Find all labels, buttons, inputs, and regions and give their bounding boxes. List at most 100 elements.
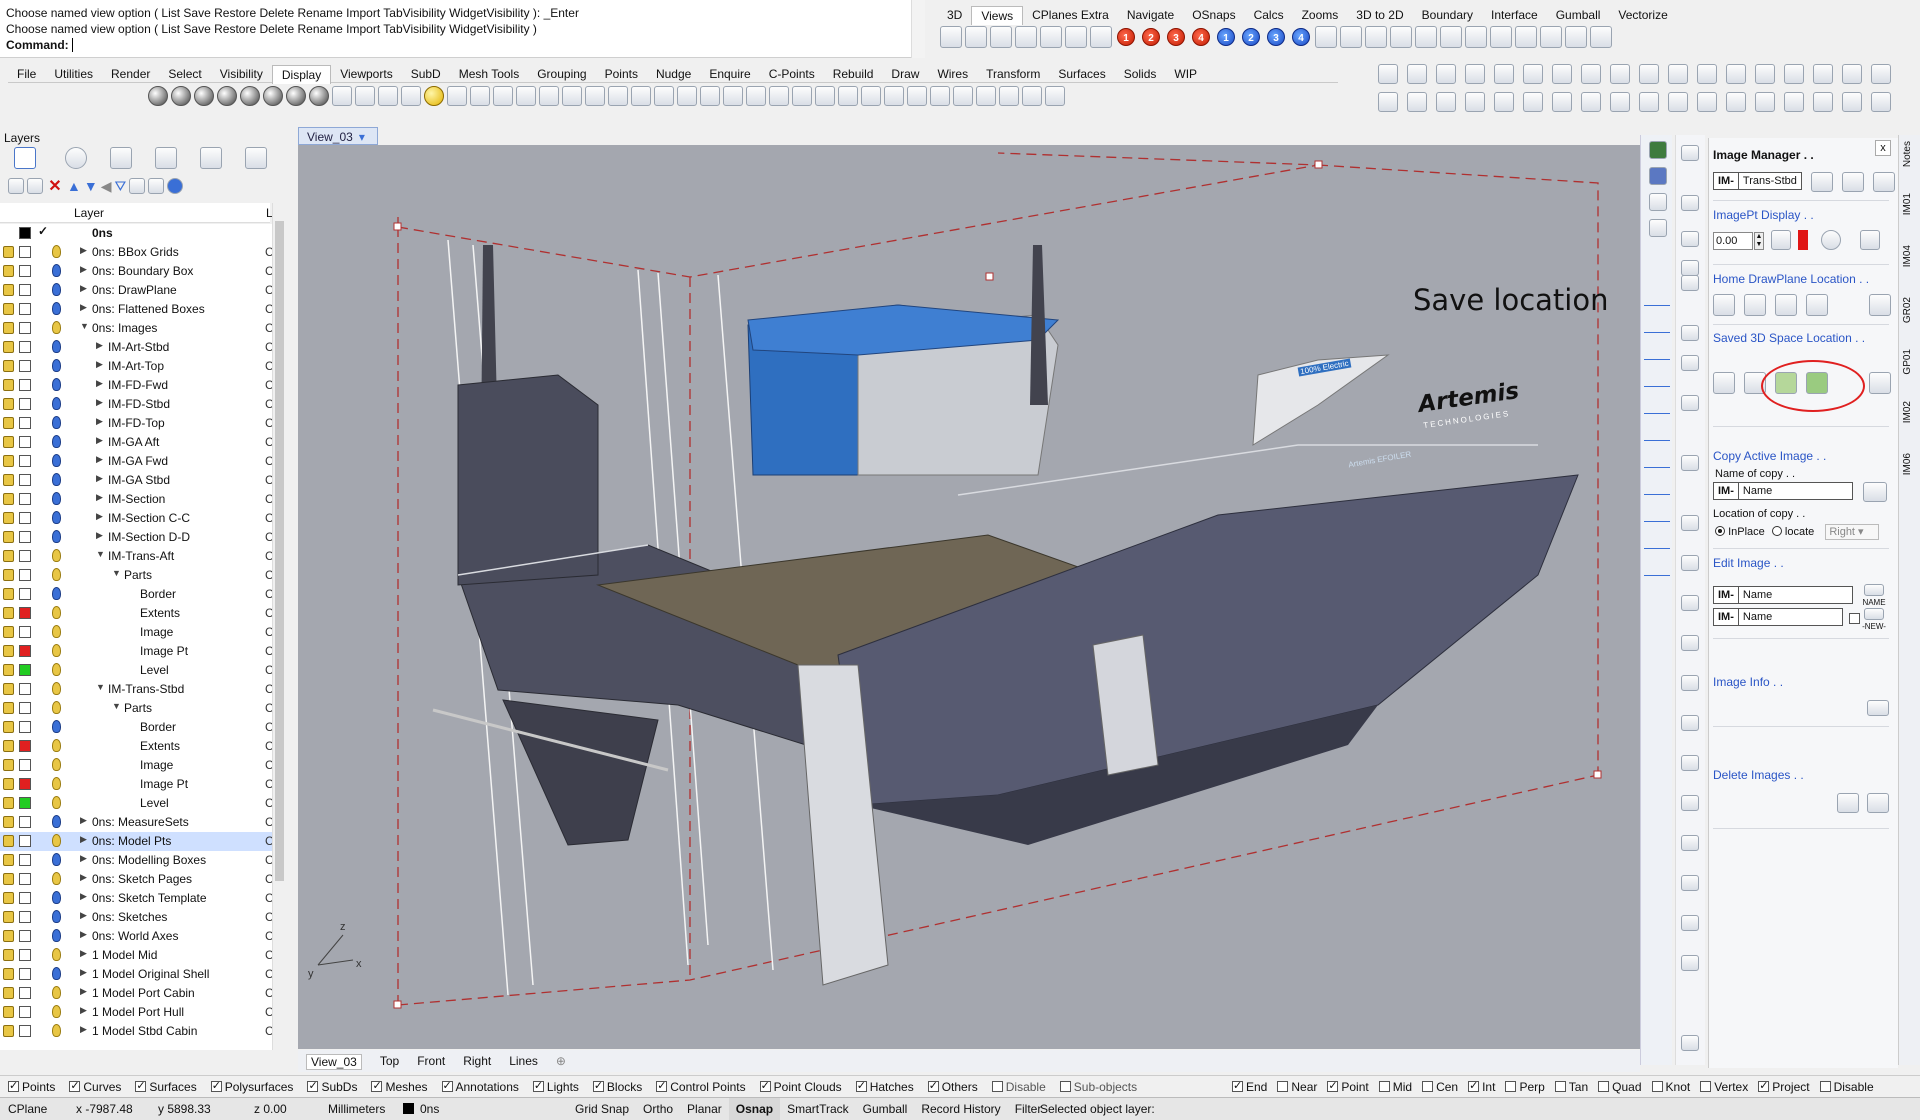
layer-material-cell[interactable]: C	[265, 796, 272, 810]
layer-color-checkbox[interactable]	[19, 816, 31, 828]
image-text-icon[interactable]	[1873, 172, 1895, 192]
layer-row[interactable]: ▼ 0ns: Images C	[0, 319, 272, 338]
standard-icon-22[interactable]	[1465, 92, 1485, 112]
strip-icon-2[interactable]	[1649, 167, 1667, 185]
layer-color-checkbox[interactable]	[19, 1006, 31, 1018]
filter-checkbox[interactable]	[855, 1079, 867, 1092]
expand-icon[interactable]: ▶	[80, 853, 87, 864]
lock-icon[interactable]	[3, 1025, 14, 1037]
layer-row[interactable]: ▶ 0ns: Sketch Template C	[0, 889, 272, 908]
delete-images-link[interactable]: Delete Images . .	[1713, 768, 1804, 782]
tab-gumball[interactable]: Gumball	[1547, 6, 1610, 25]
standard-icon-17[interactable]	[1842, 64, 1862, 84]
layer-material-cell[interactable]: C	[265, 359, 272, 373]
filter-checkbox[interactable]	[8, 1079, 19, 1092]
secondary-tool-icon-18[interactable]	[1681, 835, 1699, 851]
views-tool-icon-6[interactable]	[1440, 26, 1462, 48]
lightbulb-icon[interactable]	[52, 340, 61, 353]
display-icon-38[interactable]	[999, 86, 1019, 106]
lightbulb-icon[interactable]	[52, 530, 61, 543]
layer-color-checkbox[interactable]	[19, 569, 31, 581]
layer-color-checkbox[interactable]	[19, 550, 31, 562]
tab-wires[interactable]: Wires	[928, 65, 977, 84]
tab-interface[interactable]: Interface	[1482, 6, 1547, 25]
expand-icon[interactable]: ▶	[96, 435, 103, 446]
lightbulb-icon[interactable]	[52, 910, 61, 923]
lightbulb-icon[interactable]	[52, 568, 61, 581]
layer-row[interactable]: Image C	[0, 623, 272, 642]
lock-icon[interactable]	[3, 816, 14, 828]
expand-icon[interactable]: ▶	[80, 948, 87, 959]
display-icon-28[interactable]	[769, 86, 789, 106]
display-icon-13[interactable]	[424, 86, 444, 106]
expand-icon[interactable]: ▶	[80, 283, 87, 294]
strip-icon-4[interactable]	[1649, 219, 1667, 237]
lightbulb-icon[interactable]	[52, 701, 61, 714]
lightbulb-icon[interactable]	[52, 283, 61, 296]
copy-name-field[interactable]: IM- Name	[1713, 482, 1853, 500]
expand-icon[interactable]: ▶	[80, 302, 87, 313]
layer-color-checkbox[interactable]	[19, 493, 31, 505]
layer-row[interactable]: Level C	[0, 661, 272, 680]
saved-apply-icon[interactable]	[1869, 372, 1891, 394]
saved-3d-link[interactable]: Saved 3D Space Location . .	[1713, 331, 1865, 345]
secondary-tool-icon-16[interactable]	[1681, 755, 1699, 771]
display-icon-7[interactable]	[286, 86, 306, 106]
secondary-tool-icon-19[interactable]	[1681, 875, 1699, 891]
layer-row[interactable]: ▶ 0ns: Boundary Box C	[0, 262, 272, 281]
layer-material-cell[interactable]: C	[265, 872, 272, 886]
home-set-icon[interactable]	[1806, 294, 1828, 316]
layer-color-checkbox[interactable]	[19, 474, 31, 486]
collapse-icon[interactable]: ▼	[96, 549, 105, 559]
osnap-checkbox[interactable]	[1700, 1081, 1712, 1092]
tab-grouping[interactable]: Grouping	[528, 65, 595, 84]
layer-row[interactable]: Border C	[0, 718, 272, 737]
filter-checkbox[interactable]	[759, 1079, 771, 1092]
osnap-checkbox[interactable]	[1468, 1079, 1480, 1092]
lock-icon[interactable]	[3, 949, 14, 961]
tab-render[interactable]: Render	[102, 65, 159, 84]
layer-row[interactable]: ▶ IM-GA Stbd C	[0, 471, 272, 490]
layer-row[interactable]: ▶ 0ns: Flattened Boxes C	[0, 300, 272, 319]
lock-icon[interactable]	[3, 740, 14, 752]
numbered-view-button-3[interactable]: 3	[1167, 28, 1185, 46]
layer-row[interactable]: ▶ 0ns: Modelling Boxes C	[0, 851, 272, 870]
locate-direction-select[interactable]: Right ▾	[1825, 524, 1880, 540]
lightbulb-icon[interactable]	[52, 416, 61, 429]
edit-image-link[interactable]: Edit Image . .	[1713, 556, 1784, 570]
display-icon-12[interactable]	[401, 86, 421, 106]
vertical-tab-im04[interactable]: IM04	[1902, 245, 1913, 267]
units-label[interactable]: Millimeters	[328, 1102, 385, 1116]
tab-boundary[interactable]: Boundary	[1413, 6, 1482, 25]
lock-icon[interactable]	[3, 797, 14, 809]
lightbulb-icon[interactable]	[52, 435, 61, 448]
layer-color-checkbox[interactable]	[19, 1025, 31, 1037]
views-tool-icon-10[interactable]	[1540, 26, 1562, 48]
layer-row[interactable]: ▶ 0ns: Sketches C	[0, 908, 272, 927]
layer-material-cell[interactable]: C	[265, 492, 272, 506]
expand-icon[interactable]: ▶	[96, 492, 103, 503]
viewport[interactable]: z y x Artemis TECHNOLOGIES Artemis EFOIL…	[298, 145, 1640, 1049]
views-tool-icon-2[interactable]	[1340, 26, 1362, 48]
filter-lights[interactable]: Lights	[532, 1079, 579, 1094]
collapse-icon[interactable]: ▼	[80, 321, 89, 331]
delete-all-images-icon[interactable]	[1867, 793, 1889, 813]
layer-material-cell[interactable]: C	[265, 701, 272, 715]
lock-icon[interactable]	[3, 968, 14, 980]
secondary-tool-icon-15[interactable]	[1681, 715, 1699, 731]
lock-icon[interactable]	[3, 588, 14, 600]
name-button[interactable]: NAME	[1861, 584, 1887, 607]
numbered-view-button-7[interactable]: 3	[1267, 28, 1285, 46]
layer-row[interactable]: ▼ Parts C	[0, 699, 272, 718]
help-icon[interactable]	[167, 178, 184, 194]
standard-icon-30[interactable]	[1697, 92, 1717, 112]
rpc-tab-icon[interactable]	[245, 147, 267, 169]
layer-color-checkbox[interactable]	[19, 322, 31, 334]
layer-row[interactable]: ▶ IM-GA Fwd C	[0, 452, 272, 471]
layer-row[interactable]: ▶ 1 Model Stbd Cabin C	[0, 1022, 272, 1041]
vertical-tab-gp01[interactable]: GP01	[1902, 349, 1913, 375]
display-icon-2[interactable]	[171, 86, 191, 106]
lock-icon[interactable]	[3, 398, 14, 410]
layer-material-cell[interactable]: C	[265, 435, 272, 449]
layer-row[interactable]: ▶ 0ns: Model Pts C	[0, 832, 272, 851]
